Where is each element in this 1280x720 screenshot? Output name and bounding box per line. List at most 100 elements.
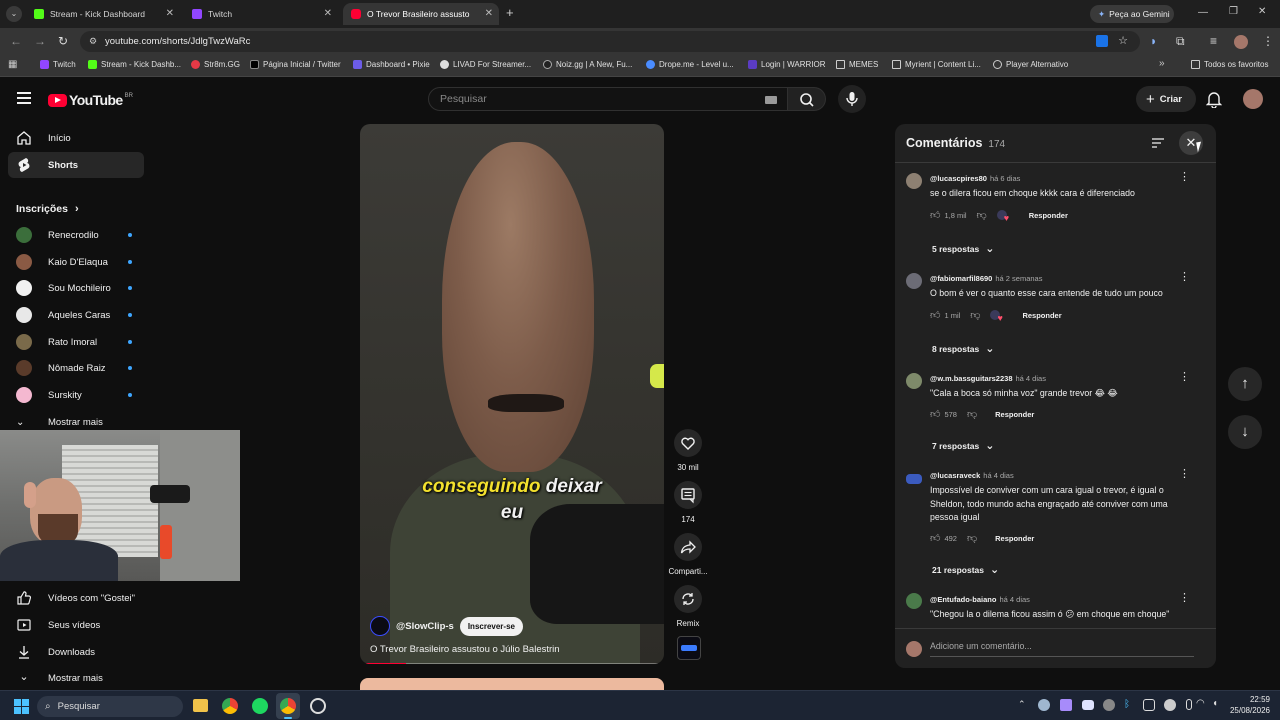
like-icon[interactable]: 👍︎ bbox=[930, 408, 940, 420]
profile-avatar[interactable] bbox=[1234, 35, 1248, 49]
voice-search-button[interactable] bbox=[838, 85, 866, 113]
subscription-item[interactable]: Rato Imoral bbox=[16, 331, 144, 353]
bookmark-star-icon[interactable]: ☆ bbox=[1118, 34, 1128, 47]
like-button[interactable] bbox=[674, 429, 702, 457]
close-icon[interactable]: ✕ bbox=[324, 8, 332, 19]
bookmark-twitter[interactable]: Página Inicial / Twitter bbox=[250, 60, 341, 69]
extension-icon[interactable]: ◗ bbox=[1150, 34, 1157, 48]
tray-app-icon[interactable] bbox=[1103, 699, 1115, 711]
start-button[interactable] bbox=[14, 699, 29, 714]
like-icon[interactable]: 👍︎ bbox=[930, 209, 940, 221]
bookmark-twitch[interactable]: Twitch bbox=[40, 60, 76, 69]
address-bar[interactable]: ⚙ youtube.com/shorts/JdlgTwzWaRc ☆ bbox=[80, 31, 1140, 52]
tab-youtube-short[interactable]: O Trevor Brasileiro assusto ✕ bbox=[343, 3, 499, 25]
previous-short-button[interactable]: ↑ bbox=[1228, 367, 1262, 401]
sidebar-item-your-videos[interactable]: Seus vídeos bbox=[8, 612, 144, 638]
browser-menu-icon[interactable]: ⋮ bbox=[1262, 34, 1274, 48]
like-icon[interactable]: 👍︎ bbox=[930, 532, 940, 544]
tray-app-icon[interactable] bbox=[1060, 699, 1072, 711]
subscription-item[interactable]: Kaio D'Elaqua bbox=[16, 251, 144, 273]
microphone-icon[interactable] bbox=[1186, 699, 1192, 710]
apps-grid-icon[interactable]: ▦ bbox=[8, 59, 17, 70]
tab-twitch[interactable]: Twitch ✕ bbox=[184, 3, 338, 25]
app-icon[interactable] bbox=[310, 698, 326, 714]
comment-avatar[interactable] bbox=[906, 474, 922, 484]
bookmark-kick[interactable]: Stream - Kick Dashb... bbox=[88, 60, 181, 69]
comment-menu-icon[interactable]: ⋮ bbox=[1179, 370, 1190, 383]
bluetooth-icon[interactable]: ᛒ bbox=[1124, 699, 1130, 710]
comments-button[interactable] bbox=[674, 481, 702, 509]
back-icon[interactable]: ← bbox=[10, 34, 22, 48]
reply-button[interactable]: Responder bbox=[1022, 311, 1061, 320]
tab-search-button[interactable]: ⌄ bbox=[6, 6, 22, 22]
account-avatar[interactable] bbox=[1243, 89, 1263, 109]
bookmark-player[interactable]: Player Alternativo bbox=[993, 60, 1068, 69]
menu-icon[interactable] bbox=[17, 92, 31, 104]
discord-icon[interactable] bbox=[1082, 700, 1094, 710]
subscription-item[interactable]: Nômade Raiz bbox=[16, 357, 144, 379]
reply-button[interactable]: Responder bbox=[1029, 211, 1068, 220]
comment-avatar[interactable] bbox=[906, 173, 922, 189]
dislike-icon[interactable]: 👎︎ bbox=[967, 408, 977, 420]
tray-app-icon[interactable] bbox=[1143, 699, 1155, 711]
remix-button[interactable] bbox=[674, 585, 702, 613]
bookmark-pixie[interactable]: Dashboard • Pixie bbox=[353, 60, 430, 69]
bookmark-noiz[interactable]: Noiz.gg | A New, Fu... bbox=[543, 60, 632, 69]
subscribe-button[interactable]: Inscrever-se bbox=[459, 616, 523, 636]
subscription-item[interactable]: Renecrodilo bbox=[16, 224, 144, 246]
new-tab-button[interactable]: + bbox=[506, 5, 514, 20]
chrome-active-icon[interactable] bbox=[276, 693, 300, 719]
close-icon[interactable]: ✕ bbox=[166, 8, 174, 19]
site-info-icon[interactable]: ⚙ bbox=[89, 36, 97, 47]
sidebar-item-home[interactable]: Início bbox=[8, 125, 144, 151]
volume-icon[interactable]: ◖ bbox=[1212, 698, 1218, 709]
reply-button[interactable]: Responder bbox=[995, 534, 1034, 543]
file-explorer-icon[interactable] bbox=[193, 699, 208, 712]
like-icon[interactable]: 👍︎ bbox=[930, 309, 940, 321]
tray-app-icon[interactable] bbox=[1164, 699, 1176, 711]
subscriptions-header[interactable]: Inscrições › bbox=[16, 203, 79, 215]
short-video[interactable]: conseguindo deixar eu @SlowClip-s Inscre… bbox=[360, 124, 664, 664]
replies-toggle[interactable]: 7 respostas ⌄ bbox=[932, 439, 994, 452]
reading-list-icon[interactable]: ≡ bbox=[1210, 34, 1217, 48]
keyboard-icon[interactable] bbox=[765, 96, 777, 104]
subscription-item[interactable]: Surskity bbox=[16, 384, 144, 406]
translate-icon[interactable] bbox=[1096, 35, 1108, 47]
bookmark-myrient[interactable]: Myrient | Content Li... bbox=[892, 60, 981, 69]
taskbar-search[interactable]: ⌕ Pesquisar bbox=[37, 696, 183, 717]
audio-thumbnail[interactable] bbox=[677, 636, 701, 660]
share-button[interactable] bbox=[674, 533, 702, 561]
comment-author[interactable]: @lucascpires80 bbox=[930, 174, 987, 183]
reload-icon[interactable]: ↻ bbox=[58, 34, 68, 48]
replies-toggle[interactable]: 5 respostas ⌄ bbox=[932, 242, 994, 255]
subscription-item[interactable]: Aqueles Caras bbox=[16, 304, 144, 326]
tray-chevron-icon[interactable]: ⌃ bbox=[1018, 699, 1026, 710]
comment-author[interactable]: @lucasraveck bbox=[930, 471, 980, 480]
comment-avatar[interactable] bbox=[906, 593, 922, 609]
bookmark-drope[interactable]: Drope.me - Level u... bbox=[646, 60, 734, 69]
search-button[interactable] bbox=[788, 87, 826, 111]
sidebar-item-shorts[interactable]: Shorts bbox=[8, 152, 144, 178]
minimize-button[interactable]: — bbox=[1198, 7, 1208, 18]
window-close-button[interactable]: ✕ bbox=[1258, 6, 1266, 17]
bookmark-livad[interactable]: LIVAD For Streamer... bbox=[440, 60, 531, 69]
comment-author[interactable]: @Entufado-baiano bbox=[930, 595, 996, 604]
subscription-item[interactable]: Sou Mochileiro bbox=[16, 277, 144, 299]
close-icon[interactable]: ✕ bbox=[485, 8, 493, 19]
video-progress-track[interactable] bbox=[365, 663, 659, 664]
next-short-button[interactable]: ↓ bbox=[1228, 415, 1262, 449]
spotify-icon[interactable] bbox=[252, 698, 268, 714]
replies-toggle[interactable]: 21 respostas ⌄ bbox=[932, 563, 999, 576]
maximize-button[interactable]: ❐ bbox=[1229, 6, 1238, 17]
comment-menu-icon[interactable]: ⋮ bbox=[1179, 467, 1190, 480]
replies-toggle[interactable]: 8 respostas ⌄ bbox=[932, 342, 994, 355]
comment-author[interactable]: @w.m.bassguitars2238 bbox=[930, 374, 1013, 383]
all-bookmarks[interactable]: Todos os favoritos bbox=[1191, 60, 1268, 69]
next-short-preview[interactable] bbox=[360, 678, 664, 690]
sidebar-item-liked[interactable]: Vídeos com "Gostei" bbox=[8, 585, 144, 611]
notifications-button[interactable] bbox=[1205, 90, 1223, 113]
sort-comments-button[interactable] bbox=[1151, 136, 1165, 155]
tab-kick-dashboard[interactable]: Stream - Kick Dashboard ✕ bbox=[26, 3, 180, 25]
comment-avatar[interactable] bbox=[906, 373, 922, 389]
dislike-icon[interactable]: 👎︎ bbox=[967, 532, 977, 544]
